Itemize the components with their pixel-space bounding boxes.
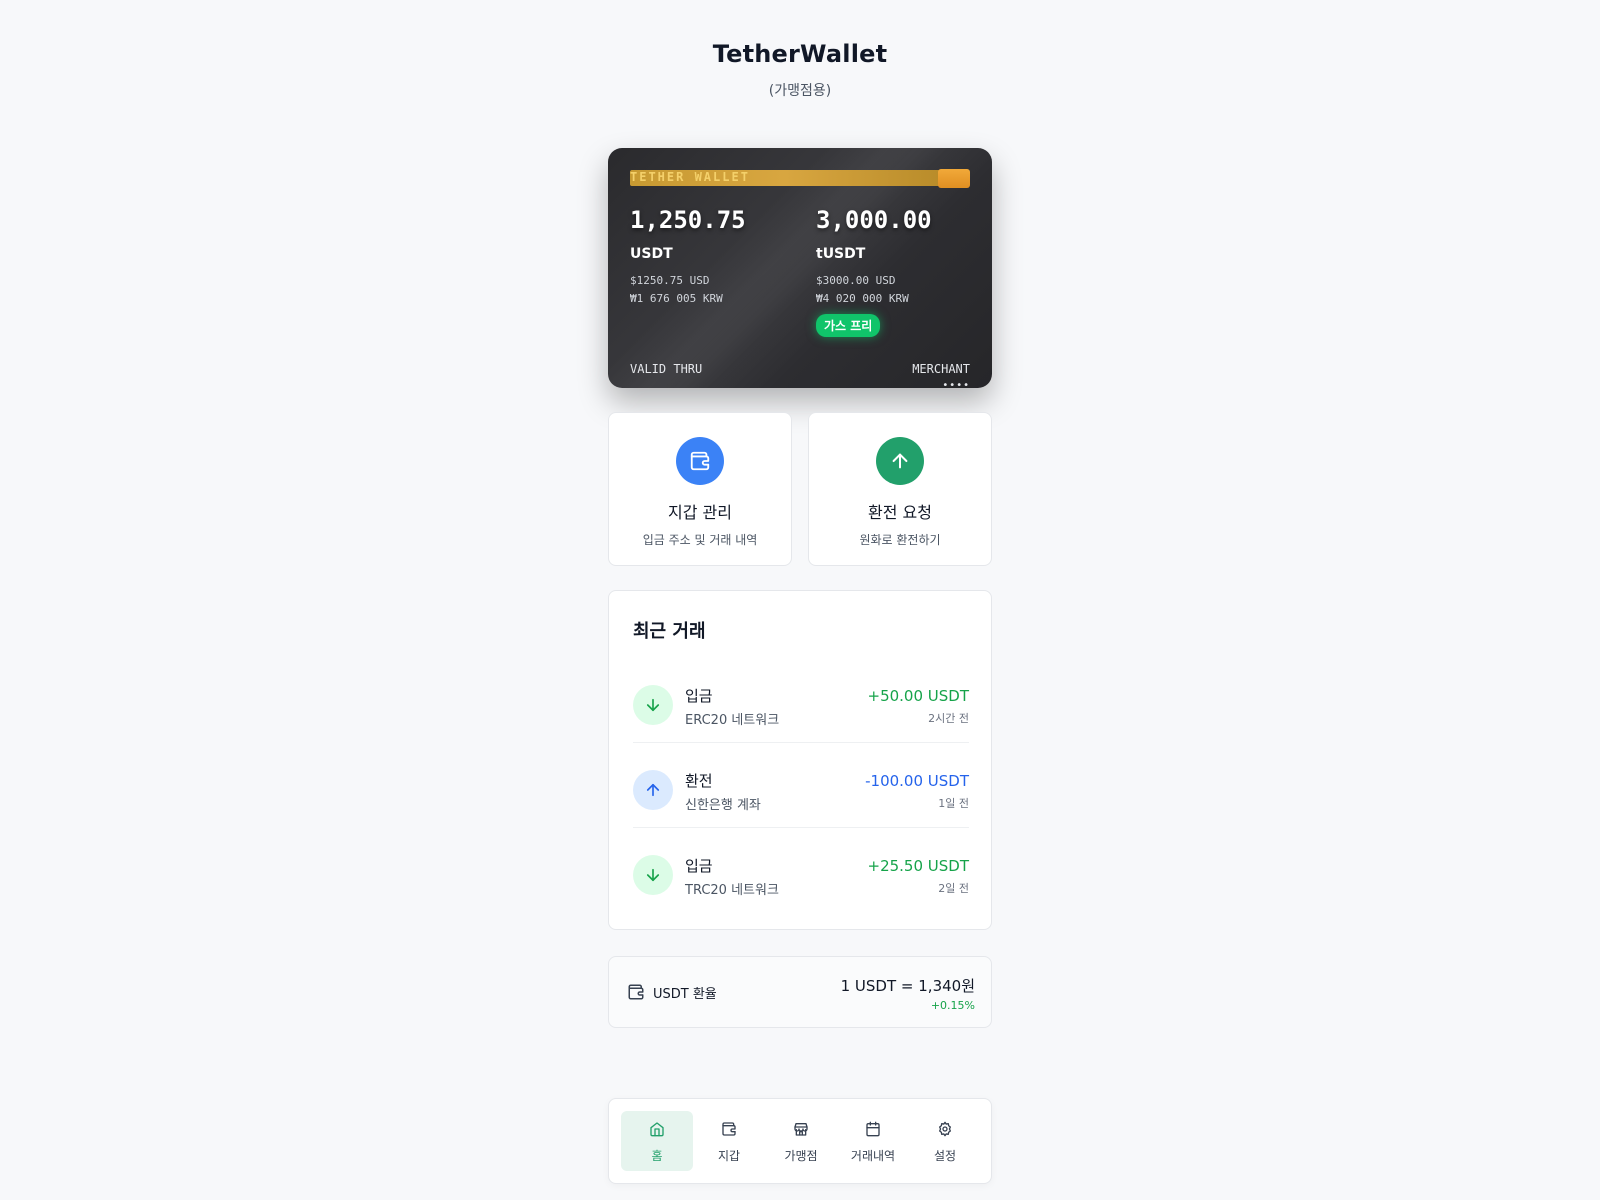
transaction-network: ERC20 네트워크 <box>685 713 780 728</box>
transaction-time: 2일 전 <box>938 882 969 895</box>
transaction-network: TRC20 네트워크 <box>685 883 779 898</box>
wallet-manage-title: 지갑 관리 <box>668 503 732 522</box>
exchange-rate-change: +0.15% <box>930 999 975 1012</box>
transaction-row[interactable]: 환전 신한은행 계좌 -100.00 USDT 1일 전 <box>633 758 969 828</box>
transaction-row[interactable]: 입금 TRC20 네트워크 +25.50 USDT 2일 전 <box>633 843 969 913</box>
exchange-rate-label: USDT 환율 <box>653 987 717 1002</box>
nav-item-home-label: 홈 <box>651 1149 663 1163</box>
transaction-time: 2시간 전 <box>928 712 969 725</box>
arrow-up-icon <box>876 437 924 485</box>
transaction-type: 입금 <box>685 857 713 875</box>
usdt-krw-value: ₩1 676 005 KRW <box>630 292 723 305</box>
transaction-time: 1일 전 <box>938 797 969 810</box>
nav-item-wallet-label: 지갑 <box>717 1149 741 1163</box>
nav-item-history-label: 거래내역 <box>850 1149 896 1163</box>
transaction-type: 입금 <box>685 687 713 705</box>
transaction-amount: +50.00 USDT <box>867 687 970 705</box>
transaction-row[interactable]: 입금 ERC20 네트워크 +50.00 USDT 2시간 전 <box>633 673 969 743</box>
merchant-masked: •••• <box>942 380 970 388</box>
nav-item-home[interactable]: 홈 <box>621 1111 693 1171</box>
nav-item-settings[interactable]: 설정 <box>909 1111 981 1171</box>
exchange-request-desc: 원화로 환전하기 <box>859 533 941 547</box>
exchange-request-button[interactable]: 환전 요청 원화로 환전하기 <box>808 412 992 566</box>
arrow-down-icon <box>633 685 673 725</box>
wallet-icon <box>676 437 724 485</box>
usdt-usd-value: $1250.75 USD <box>630 274 710 287</box>
arrow-up-icon <box>633 770 673 810</box>
nav-item-wallet[interactable]: 지갑 <box>693 1111 765 1171</box>
tusdt-krw-value: ₩4 020 000 KRW <box>816 292 909 305</box>
exchange-rate-value: 1 USDT = 1,340원 <box>840 977 975 995</box>
calendar-icon <box>837 1121 909 1137</box>
header: TetherWallet (가맹점용) <box>0 40 1600 100</box>
tusdt-balance: 3,000.00 tUSDT $3000.00 USD ₩4 020 000 K… <box>816 206 986 337</box>
transaction-type: 환전 <box>685 772 713 790</box>
home-icon <box>621 1121 693 1137</box>
app-title: TetherWallet <box>712 40 888 68</box>
store-icon <box>765 1121 837 1137</box>
quick-actions: 지갑 관리 입금 주소 및 거래 내역 환전 요청 원화로 환전하기 <box>608 412 992 566</box>
wallet-card[interactable]: TETHER WALLET 1,250.75 USDT $1250.75 USD… <box>608 148 992 388</box>
nav-item-history[interactable]: 거래내역 <box>837 1111 909 1171</box>
recent-transactions-title: 최근 거래 <box>633 621 706 642</box>
usdt-conversions: $1250.75 USD ₩1 676 005 KRW <box>630 272 800 308</box>
transaction-amount: -100.00 USDT <box>865 772 969 790</box>
tusdt-usd-value: $3000.00 USD <box>816 274 896 287</box>
tusdt-currency: tUSDT <box>816 246 866 262</box>
recent-transactions: 최근 거래 입금 ERC20 네트워크 +50.00 USDT 2시간 전 환전… <box>608 590 992 930</box>
nav-item-settings-label: 설정 <box>933 1149 957 1163</box>
gas-free-badge: 가스 프리 <box>816 314 881 337</box>
merchant-label: MERCHANT <box>912 362 970 376</box>
wallet-manage-desc: 입금 주소 및 거래 내역 <box>642 533 758 547</box>
gear-icon <box>909 1121 981 1137</box>
bottom-nav: 홈 지갑 가맹점 거래내역 설정 <box>608 1098 992 1184</box>
tusdt-amount: 3,000.00 <box>816 206 932 234</box>
valid-thru-label: VALID THRU <box>630 362 703 376</box>
exchange-request-title: 환전 요청 <box>868 503 932 522</box>
wallet-manage-button[interactable]: 지갑 관리 입금 주소 및 거래 내역 <box>608 412 792 566</box>
card-chip <box>938 169 970 188</box>
transaction-network: 신한은행 계좌 <box>685 798 761 813</box>
nav-item-merchant-label: 가맹점 <box>784 1149 818 1163</box>
wallet-icon <box>693 1121 765 1137</box>
wallet-icon <box>627 983 645 1005</box>
arrow-down-icon <box>633 855 673 895</box>
exchange-rate-panel: USDT 환율 1 USDT = 1,340원 +0.15% <box>608 956 992 1028</box>
tusdt-conversions: $3000.00 USD ₩4 020 000 KRW <box>816 272 986 308</box>
app-subtitle: (가맹점용) <box>768 83 832 99</box>
usdt-balance: 1,250.75 USDT $1250.75 USD ₩1 676 005 KR… <box>630 206 800 308</box>
card-brand: TETHER WALLET <box>630 170 750 184</box>
transaction-amount: +25.50 USDT <box>867 857 970 875</box>
usdt-amount: 1,250.75 <box>630 206 746 234</box>
nav-item-merchant[interactable]: 가맹점 <box>765 1111 837 1171</box>
usdt-currency: USDT <box>630 246 673 262</box>
